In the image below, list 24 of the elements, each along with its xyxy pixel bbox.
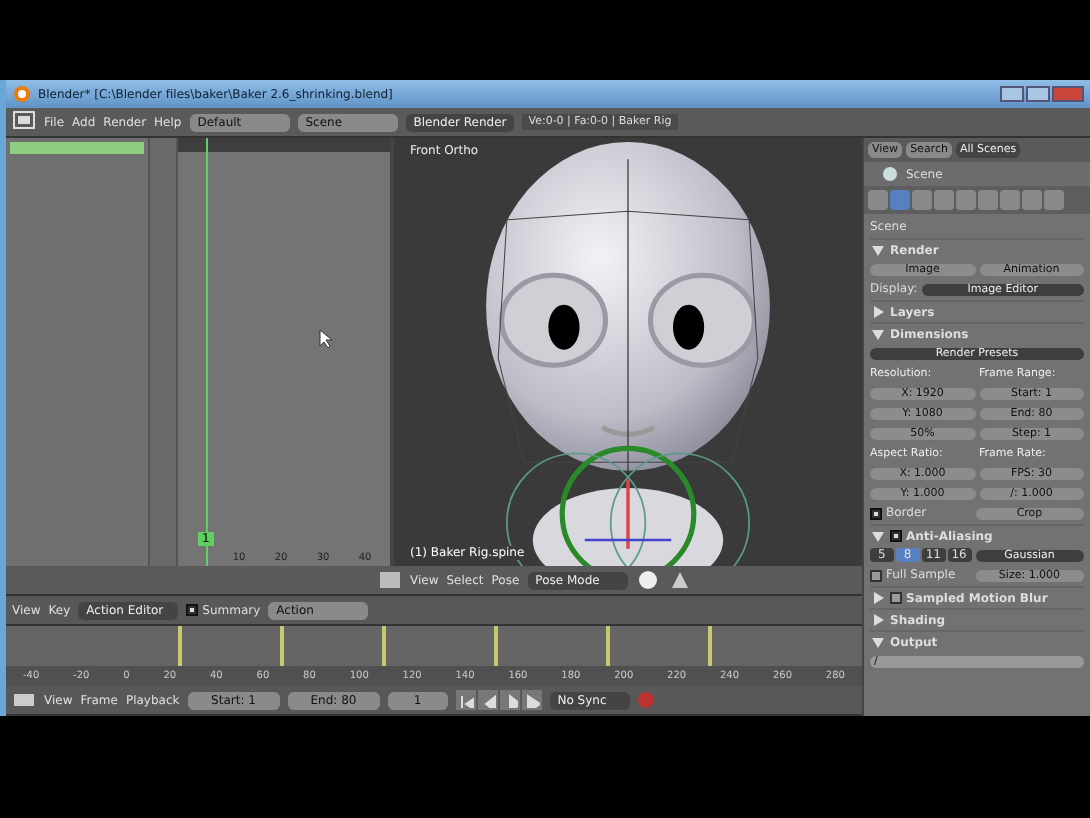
- checkbox[interactable]: [890, 592, 902, 604]
- playback-button[interactable]: [499, 690, 520, 710]
- app-icon: [12, 84, 32, 104]
- checkbox[interactable]: [186, 604, 199, 616]
- keyframe-marker: [493, 626, 498, 666]
- editor-type-icon[interactable]: [12, 110, 36, 134]
- keyframe-marker: [707, 626, 712, 666]
- playback-button[interactable]: [455, 690, 476, 710]
- checkbox[interactable]: [870, 569, 882, 581]
- keyframe-marker: [279, 626, 284, 666]
- scene-icon: [880, 164, 900, 184]
- mouse-cursor-icon: [318, 328, 334, 350]
- checkbox[interactable]: [890, 530, 902, 542]
- keyframe-marker: [382, 626, 387, 666]
- minimize-button[interactable]: [1000, 86, 1024, 102]
- keyframe-marker: [177, 626, 182, 666]
- playback-icon: [523, 692, 540, 708]
- editor-type-icon[interactable]: [12, 688, 36, 712]
- checkbox[interactable]: [870, 507, 882, 519]
- shading-sphere-icon[interactable]: [635, 568, 660, 592]
- playback-icon: [457, 692, 474, 708]
- maximize-button[interactable]: [1026, 86, 1050, 102]
- editor-type-icon[interactable]: [378, 568, 402, 592]
- keyframe-marker: [605, 626, 610, 666]
